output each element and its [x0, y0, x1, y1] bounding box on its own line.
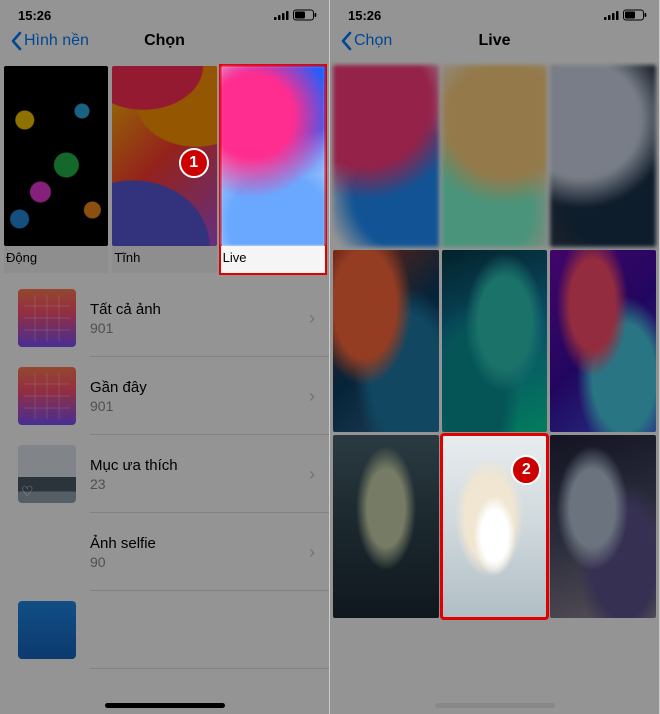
- step-badge-1: 1: [179, 148, 209, 178]
- chevron-left-icon: [340, 31, 352, 51]
- album-recents[interactable]: Gần đây 901 ›: [0, 357, 329, 435]
- album-text: Ảnh selfie 90: [90, 535, 295, 570]
- signal-icon: [274, 10, 290, 20]
- category-thumb: [4, 66, 108, 246]
- album-count: 90: [90, 554, 295, 570]
- album-count: 23: [90, 476, 295, 492]
- wallpaper-grid: 2: [330, 62, 659, 621]
- category-label: Động: [4, 246, 108, 273]
- category-live[interactable]: 1 Live: [221, 66, 325, 273]
- nav-bar: Chọn Live: [330, 20, 659, 62]
- album-thumb: [18, 367, 76, 425]
- screen-live: 15:26 Chọn Live 2: [330, 0, 660, 714]
- back-label: Hình nền: [24, 32, 89, 50]
- wallpaper-item[interactable]: [550, 65, 656, 247]
- category-thumb: [221, 66, 325, 246]
- category-row: Động Tĩnh 1 Live: [0, 62, 329, 273]
- album-text: Tất cả ảnh 901: [90, 301, 295, 336]
- status-bar: 15:26: [0, 0, 329, 20]
- wallpaper-item[interactable]: [333, 435, 439, 617]
- category-dynamic[interactable]: Động: [4, 66, 108, 273]
- wallpaper-item[interactable]: [550, 250, 656, 432]
- step-badge-2: 2: [511, 455, 541, 485]
- category-label: Live: [221, 246, 325, 273]
- album-text: Gần đây 901: [90, 379, 295, 414]
- chevron-right-icon: ›: [309, 308, 315, 329]
- back-button[interactable]: Chọn: [340, 31, 392, 51]
- chevron-right-icon: ›: [309, 542, 315, 563]
- screen-choose: 15:26 Hình nền Chọn Động Tĩnh 1 Live: [0, 0, 330, 714]
- album-title: Gần đây: [90, 379, 295, 396]
- wallpaper-item[interactable]: [442, 250, 548, 432]
- album-list: Tất cả ảnh 901 › Gần đây 901 › ♡ Mục ưa …: [0, 279, 329, 669]
- wallpaper-item-selected[interactable]: 2: [442, 435, 548, 617]
- album-title: Ảnh selfie: [90, 535, 295, 552]
- album-thumb: [18, 601, 76, 659]
- nav-bar: Hình nền Chọn: [0, 20, 329, 62]
- signal-icon: [604, 10, 620, 20]
- home-indicator[interactable]: [435, 703, 555, 708]
- heart-icon: ♡: [21, 483, 34, 500]
- album-text: Mục ưa thích 23: [90, 457, 295, 492]
- chevron-right-icon: ›: [309, 386, 315, 407]
- album-thumb: ♡: [18, 445, 76, 503]
- album-all-photos[interactable]: Tất cả ảnh 901 ›: [0, 279, 329, 357]
- status-bar: 15:26: [330, 0, 659, 20]
- album-favorites[interactable]: ♡ Mục ưa thích 23 ›: [0, 435, 329, 513]
- content: 2: [330, 62, 659, 714]
- album-thumb: [18, 523, 76, 581]
- album-partial[interactable]: [0, 591, 329, 669]
- wallpaper-item[interactable]: [442, 65, 548, 247]
- back-label: Chọn: [354, 32, 392, 50]
- wallpaper-item[interactable]: [333, 250, 439, 432]
- album-thumb: [18, 289, 76, 347]
- chevron-right-icon: ›: [309, 464, 315, 485]
- album-title: Mục ưa thích: [90, 457, 295, 474]
- album-count: 901: [90, 320, 295, 336]
- content: Động Tĩnh 1 Live Tất cả ảnh 901 ›: [0, 62, 329, 714]
- album-count: 901: [90, 398, 295, 414]
- chevron-left-icon: [10, 31, 22, 51]
- category-label: Tĩnh: [112, 246, 216, 273]
- back-button[interactable]: Hình nền: [10, 31, 89, 51]
- wallpaper-item[interactable]: [550, 435, 656, 617]
- wallpaper-item[interactable]: [333, 65, 439, 247]
- album-selfies[interactable]: Ảnh selfie 90 ›: [0, 513, 329, 591]
- album-title: Tất cả ảnh: [90, 301, 295, 318]
- home-indicator[interactable]: [105, 703, 225, 708]
